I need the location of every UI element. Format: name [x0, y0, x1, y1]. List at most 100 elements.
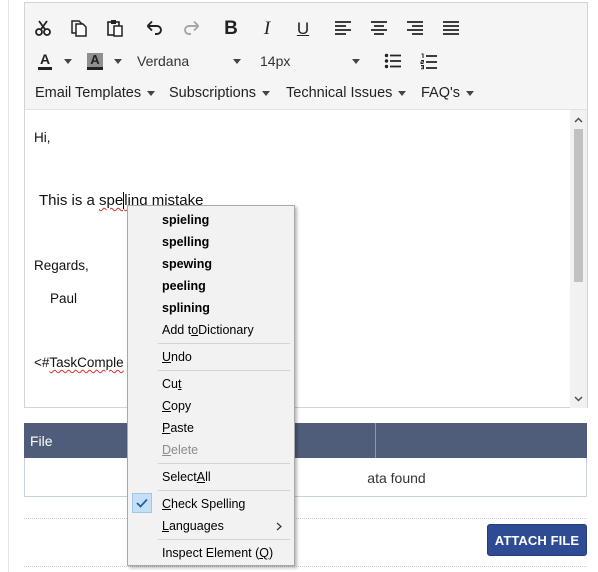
italic-glyph: I	[263, 17, 271, 39]
redo-icon[interactable]	[179, 16, 203, 40]
access-key: U	[162, 350, 172, 364]
underline-icon[interactable]: U	[291, 16, 315, 40]
menu-separator	[158, 539, 290, 540]
add-to-dictionary-item[interactable]: Add to Dictionary	[128, 319, 294, 341]
copy-icon[interactable]	[67, 16, 91, 40]
highlight-color-dropdown[interactable]	[111, 49, 125, 73]
cut-item[interactable]: Cu t	[128, 373, 294, 395]
file-table-body: ata found	[24, 458, 587, 497]
align-right-icon[interactable]	[403, 16, 427, 40]
cut-icon[interactable]	[31, 16, 55, 40]
suggestion-spewing[interactable]: spewing	[128, 253, 294, 275]
access-key: Q	[259, 546, 269, 560]
no-data-message: ata found	[367, 469, 426, 486]
font-family-select[interactable]: Verdana	[137, 49, 243, 73]
tag-prefix: <#	[34, 355, 50, 370]
access-key: o	[191, 323, 199, 337]
chevron-down-icon	[466, 90, 475, 96]
signature-name: Paul	[50, 291, 78, 306]
item-text: Select	[162, 470, 197, 484]
scrollbar-thumb[interactable]	[574, 129, 583, 282]
align-center-icon[interactable]	[367, 16, 391, 40]
menu-label: Subscriptions	[169, 85, 257, 101]
highlight-glyph: A	[87, 52, 103, 70]
misspelled-part: spe	[99, 192, 124, 209]
rich-text-editor: B I U A A Verdana 14px Email Templates S…	[24, 2, 588, 408]
divider	[24, 566, 587, 567]
access-key: L	[162, 519, 169, 533]
file-table-header: File	[24, 423, 587, 458]
paste-icon[interactable]	[103, 16, 127, 40]
item-text: anguages	[168, 519, 224, 533]
access-key: C	[162, 497, 172, 511]
menu-subscriptions[interactable]: Subscriptions	[169, 82, 271, 104]
highlight-color-icon[interactable]: A	[83, 49, 107, 73]
context-menu: spieling spelling spewing peeling splini…	[127, 205, 295, 566]
copy-item[interactable]: Copy	[128, 395, 294, 417]
editor-content-area[interactable]: Hi, This is a speling mistake Regards, P…	[25, 109, 587, 408]
underline-glyph: U	[296, 18, 310, 38]
item-text: Inspect Element (	[162, 546, 260, 560]
item-text: )	[269, 546, 274, 560]
attach-file-button[interactable]: ATTACH FILE	[487, 524, 587, 556]
chevron-down-icon	[233, 59, 241, 64]
scroll-down-icon[interactable]	[574, 394, 583, 403]
suggestion-peeling[interactable]: peeling	[128, 275, 294, 297]
chevron-right-icon	[276, 515, 282, 537]
align-left-icon[interactable]	[331, 16, 355, 40]
menu-separator	[158, 343, 290, 344]
inspect-element-item[interactable]: Inspect Element (Q)	[128, 542, 294, 564]
item-text: elete	[171, 443, 199, 457]
column-divider	[375, 423, 376, 458]
numbered-list-icon[interactable]	[417, 49, 441, 73]
bullet-list-icon[interactable]	[381, 49, 405, 73]
paste-item[interactable]: Paste	[128, 417, 294, 439]
font-family-value: Verdana	[137, 53, 190, 69]
item-text: Add t	[162, 323, 192, 337]
italic-icon[interactable]: I	[255, 16, 279, 40]
divider	[24, 518, 587, 519]
chevron-down-icon	[398, 90, 407, 96]
font-color-icon[interactable]: A	[33, 49, 57, 73]
font-size-select[interactable]: 14px	[260, 49, 362, 73]
item-text: opy	[171, 399, 192, 413]
chevron-down-icon	[352, 59, 360, 64]
check-spelling-item[interactable]: Check Spelling	[128, 493, 294, 515]
chevron-down-icon	[147, 90, 156, 96]
font-color-glyph: A	[37, 52, 53, 70]
menu-separator	[158, 490, 290, 491]
menu-separator	[158, 370, 290, 371]
col-file: File	[30, 432, 53, 449]
menu-email-templates[interactable]: Email Templates	[35, 82, 156, 104]
access-key: P	[162, 421, 171, 435]
delete-item: Delete	[128, 439, 294, 461]
editor-scrollbar[interactable]	[570, 110, 587, 408]
font-size-value: 14px	[260, 53, 291, 69]
font-color-dropdown[interactable]	[61, 49, 75, 73]
item-text: heck Spelling	[171, 497, 246, 511]
item-text: Cu	[162, 377, 178, 391]
scroll-up-icon[interactable]	[574, 116, 583, 125]
item-text: ll	[205, 470, 211, 484]
suggestion-splining[interactable]: splining	[128, 297, 294, 319]
menu-faqs[interactable]: FAQ's	[421, 82, 475, 104]
select-all-item[interactable]: Select All	[128, 466, 294, 488]
suggestion-spieling[interactable]: spieling	[128, 209, 294, 231]
menu-technical-issues[interactable]: Technical Issues	[286, 82, 407, 104]
bold-icon[interactable]: B	[219, 16, 243, 40]
greeting-text: Hi,	[34, 130, 51, 145]
align-justify-icon[interactable]	[439, 16, 463, 40]
undo-icon[interactable]	[143, 16, 167, 40]
chevron-down-icon	[114, 58, 122, 64]
suggestion-spelling[interactable]: spelling	[128, 231, 294, 253]
tag-word: TaskComple	[49, 355, 124, 370]
menu-label: Technical Issues	[286, 85, 393, 101]
access-key: D	[162, 443, 172, 457]
languages-item[interactable]: Languages	[128, 515, 294, 537]
undo-item[interactable]: Undo	[128, 346, 294, 368]
editor-toolbar: B I U A A Verdana 14px Email Templates S…	[25, 3, 587, 109]
chevron-down-icon	[64, 58, 72, 64]
access-key: C	[162, 399, 172, 413]
item-text: Dictionary	[198, 323, 254, 337]
menu-label: Email Templates	[35, 85, 142, 101]
